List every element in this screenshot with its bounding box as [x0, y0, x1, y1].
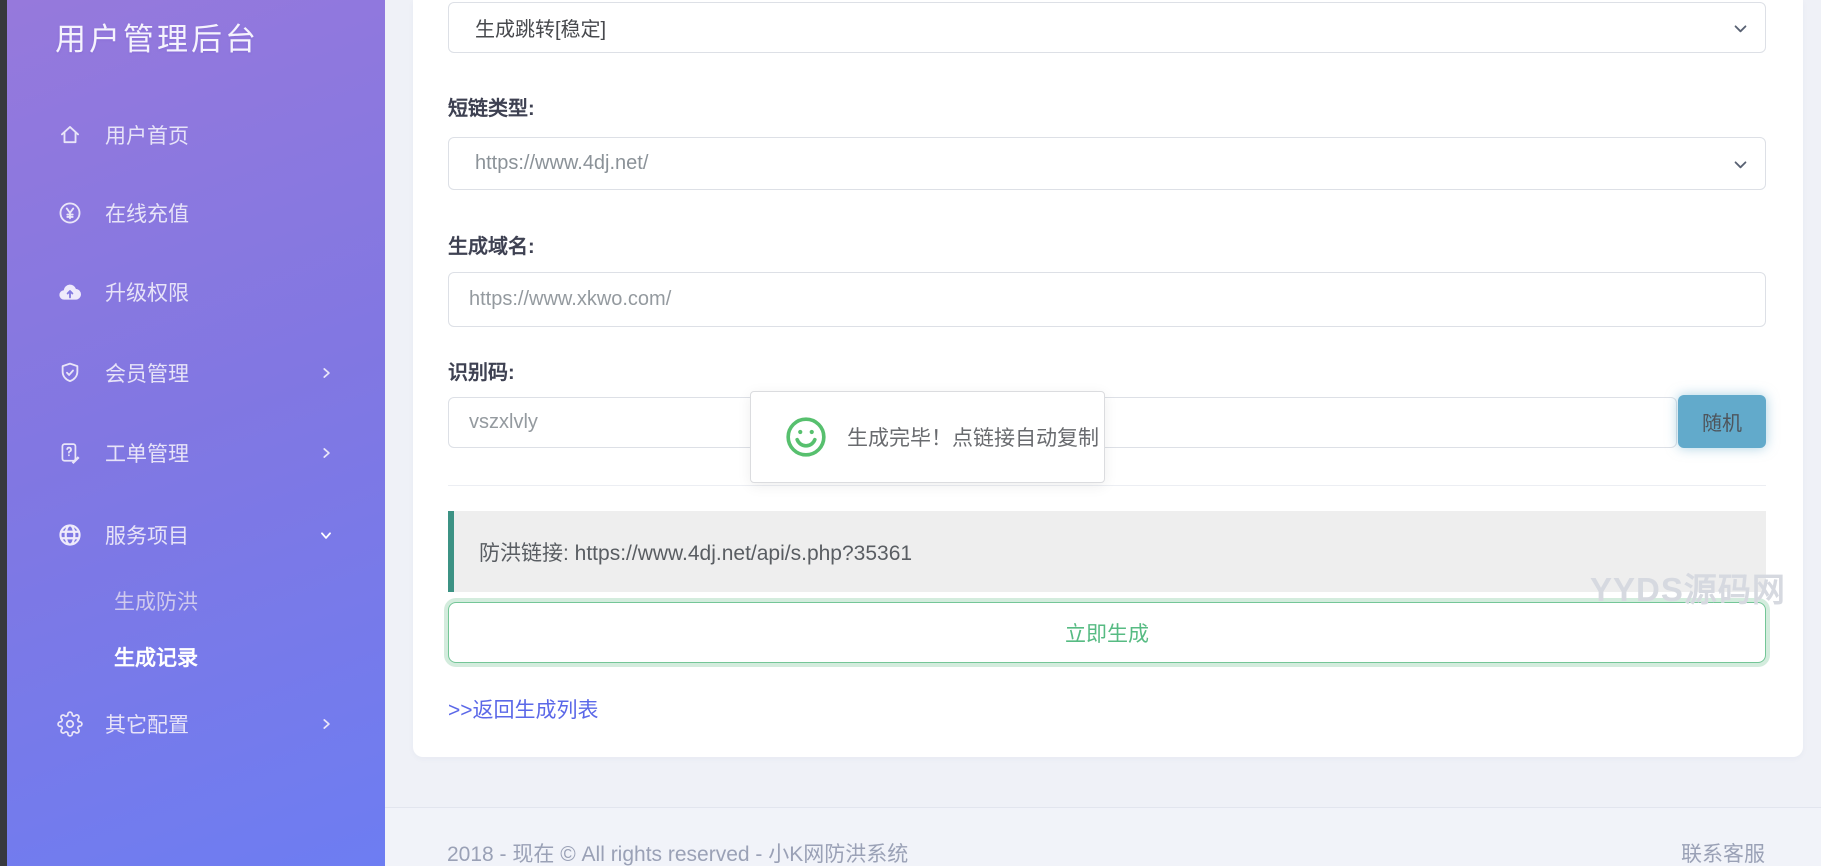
- jump-type-select-value: 生成跳转[稳定]: [475, 13, 606, 42]
- jump-type-select[interactable]: 生成跳转[稳定]: [448, 2, 1766, 53]
- domain-label: 生成域名:: [448, 230, 535, 259]
- sidebar-item-label: 升级权限: [105, 277, 189, 307]
- globe-icon: [57, 522, 83, 548]
- toast-message: 生成完毕！点链接自动复制: [847, 422, 1099, 452]
- sidebar-subitem-label: 生成防洪: [114, 586, 198, 616]
- success-toast: 生成完毕！点链接自动复制: [750, 391, 1105, 483]
- shield-check-icon: [57, 360, 83, 386]
- sidebar-item-tickets[interactable]: 工单管理: [7, 431, 385, 475]
- sidebar-subitem-label: 生成记录: [114, 642, 198, 672]
- generate-form-card: 生成跳转[稳定] 短链类型: https://www.4dj.net/ 生成域名…: [413, 0, 1803, 757]
- generate-button[interactable]: 立即生成: [448, 602, 1766, 663]
- code-row: 随机: [448, 395, 1766, 448]
- sidebar-item-label: 在线充值: [105, 198, 189, 228]
- sidebar-item-members[interactable]: 会员管理: [7, 351, 385, 395]
- form-divider: [448, 485, 1766, 486]
- window-edge-strip: [0, 0, 7, 866]
- sidebar-subitem-generate-records[interactable]: 生成记录: [7, 635, 385, 679]
- sidebar-item-user-home[interactable]: 用户首页: [7, 113, 385, 157]
- cloud-upload-icon: [57, 279, 83, 305]
- sidebar-item-label: 工单管理: [105, 438, 189, 468]
- chevron-right-icon: [319, 366, 333, 380]
- shortlink-type-select-value: https://www.4dj.net/: [475, 152, 648, 175]
- shortlink-type-select[interactable]: https://www.4dj.net/: [448, 137, 1766, 190]
- chevron-down-icon: [1732, 20, 1749, 43]
- random-button[interactable]: 随机: [1678, 395, 1766, 448]
- flood-link-alert: 防洪链接: https://www.4dj.net/api/s.php?3536…: [448, 511, 1766, 592]
- sidebar-item-upgrade[interactable]: 升级权限: [7, 270, 385, 314]
- smiley-face-icon: [783, 414, 829, 460]
- chevron-down-icon: [1732, 156, 1749, 179]
- sidebar-item-label: 用户首页: [105, 120, 189, 150]
- flood-link-text: 防洪链接: https://www.4dj.net/api/s.php?3536…: [479, 537, 912, 567]
- sidebar-item-services[interactable]: 服务项目: [7, 513, 385, 557]
- shortlink-type-label: 短链类型:: [448, 92, 535, 121]
- domain-input[interactable]: [448, 272, 1766, 327]
- sidebar-title: 用户管理后台: [55, 14, 259, 59]
- code-label: 识别码:: [448, 356, 515, 385]
- yen-circle-icon: [57, 200, 83, 226]
- chevron-down-icon: [319, 528, 333, 542]
- sidebar-item-label: 会员管理: [105, 358, 189, 388]
- sidebar-item-recharge[interactable]: 在线充值: [7, 191, 385, 235]
- sidebar-item-other-config[interactable]: 其它配置: [7, 702, 385, 746]
- contact-support-link[interactable]: 联系客服: [1681, 838, 1765, 866]
- watermark: YYDS源码网: [1590, 563, 1786, 611]
- chevron-right-icon: [319, 717, 333, 731]
- ticket-doc-icon: [57, 440, 83, 466]
- home-icon: [57, 122, 83, 148]
- sidebar-subitem-generate-flood[interactable]: 生成防洪: [7, 579, 385, 623]
- chevron-right-icon: [319, 446, 333, 460]
- sidebar-item-label: 其它配置: [105, 709, 189, 739]
- gear-icon: [57, 711, 83, 737]
- back-to-list-link[interactable]: >>返回生成列表: [448, 694, 599, 724]
- footer-copyright: 2018 - 现在 © All rights reserved - 小K网防洪系…: [447, 838, 908, 866]
- main-content: 生成跳转[稳定] 短链类型: https://www.4dj.net/ 生成域名…: [385, 0, 1821, 866]
- footer: 2018 - 现在 © All rights reserved - 小K网防洪系…: [385, 807, 1821, 866]
- sidebar-item-label: 服务项目: [105, 520, 189, 550]
- sidebar: 用户管理后台 用户首页 在线充值 升级权限 会员管理 工单管理: [7, 0, 385, 866]
